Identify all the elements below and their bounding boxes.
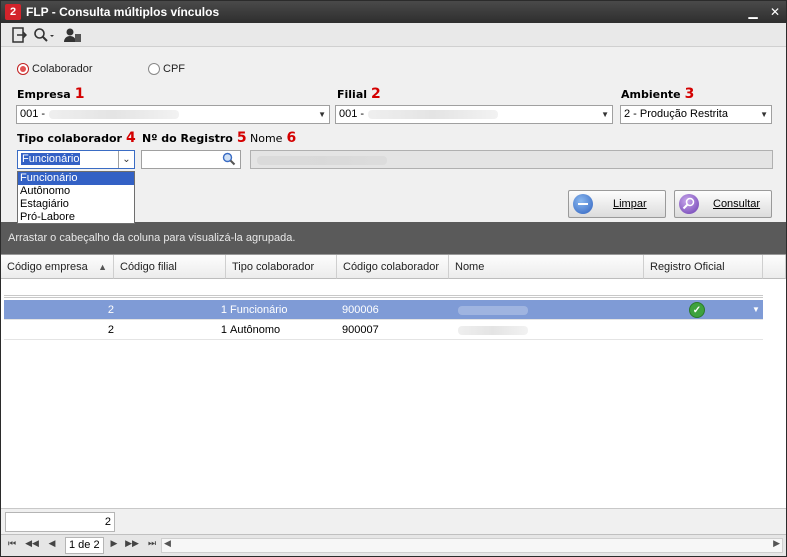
last-page-icon[interactable]: ⏭ [145, 539, 159, 549]
search-icon[interactable] [222, 152, 236, 169]
column-header-filial[interactable]: Código filial [114, 255, 226, 279]
table-row[interactable]: 2 1 Autônomo 900007 [4, 320, 763, 340]
limpar-button[interactable]: Limpar [568, 190, 666, 218]
user-card-icon[interactable] [64, 27, 82, 43]
chevron-down-icon[interactable]: ▼ [752, 300, 760, 320]
page-indicator: 1 de 2 [65, 537, 104, 554]
row-count: 2 [5, 512, 115, 532]
registro-label: Nº do Registro 5 [142, 130, 247, 146]
summary-footer: 2 [1, 508, 786, 534]
tipo-colaborador-select[interactable]: Funcionário ⌄ [17, 150, 135, 169]
close-icon[interactable]: ✕ [767, 4, 783, 20]
minimize-icon[interactable]: ▁ [745, 4, 761, 20]
empresa-label: Empresa 1 [17, 86, 85, 102]
next-page-icon[interactable]: ▶ [107, 539, 121, 549]
search-icon[interactable] [33, 27, 55, 43]
column-header-empresa[interactable]: Código empresa ▲ [1, 255, 114, 279]
ambiente-select[interactable]: 2 - Produção Restrita ▼ [620, 105, 772, 124]
group-hint: Arrastar o cabeçalho da coluna para visu… [8, 232, 296, 244]
tipo-colaborador-label: Tipo colaborador 4 [17, 130, 136, 146]
ambiente-label: Ambiente 3 [621, 86, 695, 102]
column-header-filler [763, 255, 786, 279]
scroll-right-icon[interactable]: ▶ [773, 539, 780, 549]
toolbar [1, 23, 786, 47]
scroll-left-icon[interactable]: ◀ [164, 539, 171, 549]
title-bar: 2 FLP - Consulta múltiplos vínculos ▁ ✕ [1, 1, 786, 23]
registro-input[interactable] [141, 150, 241, 169]
consultar-button[interactable]: Consultar [674, 190, 772, 218]
pager: ⏮ ◀◀ ◀ 1 de 2 ▶ ▶▶ ⏭ ◀ ▶ [1, 534, 786, 556]
radio-cpf[interactable] [148, 63, 160, 75]
filter-row [4, 295, 763, 298]
column-header-colaborador[interactable]: Código colaborador [337, 255, 449, 279]
dropdown-option[interactable]: Pró-Labore [18, 211, 134, 224]
next-page-group-icon[interactable]: ▶▶ [125, 539, 139, 549]
prev-page-group-icon[interactable]: ◀◀ [25, 539, 39, 549]
radio-colaborador[interactable] [17, 63, 29, 75]
column-header-registro-oficial[interactable]: Registro Oficial [644, 255, 763, 279]
empresa-select[interactable]: 001 - ▼ [16, 105, 330, 124]
first-page-icon[interactable]: ⏮ [5, 539, 19, 549]
filial-label: Filial 2 [337, 86, 381, 102]
dropdown-option[interactable]: Funcionário [18, 172, 134, 185]
main-window: 2 FLP - Consulta múltiplos vínculos ▁ ✕ … [0, 0, 787, 557]
results-grid: Código empresa ▲ Código filial Tipo colab… [1, 254, 786, 508]
horizontal-scrollbar[interactable]: ◀ ▶ [161, 538, 783, 553]
table-row[interactable]: 2 1 Funcionário 900006 ✓ ▼ [4, 300, 763, 320]
filial-select[interactable]: 001 - ▼ [335, 105, 613, 124]
sort-asc-icon: ▲ [98, 262, 107, 272]
tipo-colaborador-dropdown: Funcionário Autônomo Estagiário Pró-Labo… [17, 171, 135, 224]
radio-colaborador-label[interactable]: Colaborador [32, 63, 93, 75]
exit-icon[interactable] [11, 27, 28, 43]
column-header-tipo[interactable]: Tipo colaborador [226, 255, 337, 279]
dropdown-option[interactable]: Autônomo [18, 185, 134, 198]
magnifier-icon [679, 194, 699, 214]
column-header-nome[interactable]: Nome [449, 255, 644, 279]
dropdown-option[interactable]: Estagiário [18, 198, 134, 211]
minus-circle-icon [573, 194, 593, 214]
prev-page-icon[interactable]: ◀ [45, 539, 59, 549]
app-logo-icon: 2 [5, 4, 21, 20]
nome-field [250, 150, 773, 169]
radio-cpf-label[interactable]: CPF [163, 63, 185, 75]
window-title: FLP - Consulta múltiplos vínculos [26, 5, 220, 19]
group-panel[interactable]: Arrastar o cabeçalho da coluna para visu… [1, 222, 786, 254]
nome-label: Nome 6 [250, 130, 297, 146]
check-icon: ✓ [689, 302, 705, 318]
